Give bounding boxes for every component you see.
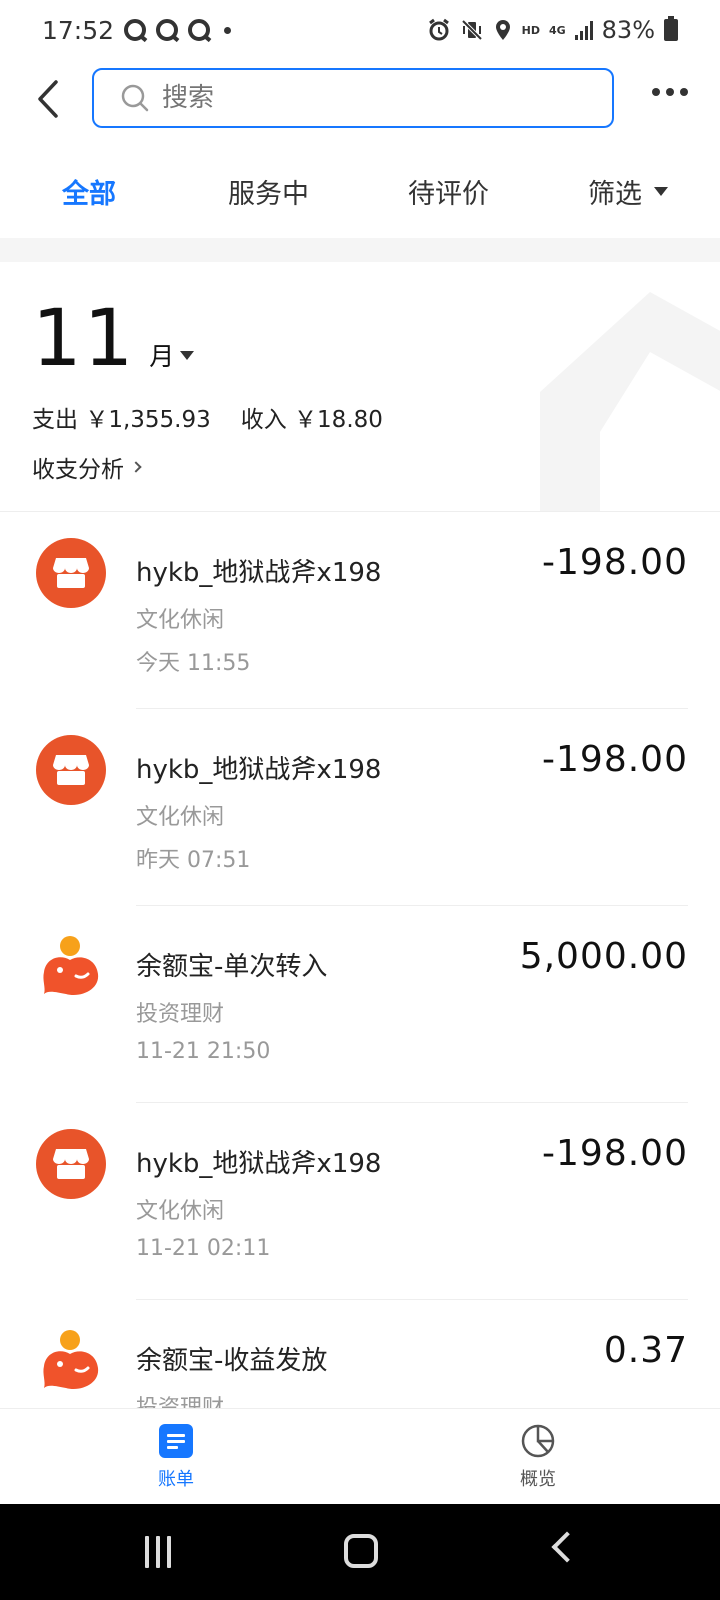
- transaction-title: 余额宝-收益发放: [136, 1346, 328, 1376]
- month-totals: 支出 ￥1,355.93 收入 ￥18.80: [32, 400, 383, 434]
- transaction-category: 文化休闲: [136, 805, 225, 830]
- nav-overview-label: 概览: [520, 1469, 556, 1490]
- month-summary: 11 月 支出 ￥1,355.93 收入 ￥18.80 收支分析: [0, 262, 720, 512]
- location-icon: [495, 20, 510, 40]
- expense-label: 支出: [32, 407, 78, 433]
- section-separator: [0, 238, 720, 262]
- transaction-item[interactable]: 余额宝-单次转入 投资理财 11-21 21:50 5,000.00: [0, 906, 720, 1103]
- status-time: 17:52: [42, 15, 115, 45]
- bottom-navigation: 账单 概览: [0, 1408, 720, 1504]
- transaction-amount: 0.37: [603, 1330, 688, 1371]
- tab-in-service[interactable]: 服务中: [228, 172, 309, 211]
- status-right: HD 4G 83%: [427, 16, 678, 44]
- hd-label: HD: [521, 23, 540, 37]
- search-input[interactable]: [162, 83, 562, 113]
- more-notifications-icon: [224, 26, 232, 34]
- transaction-category: 文化休闲: [136, 1199, 225, 1224]
- tab-all[interactable]: 全部: [62, 172, 116, 211]
- transaction-title: hykb_地狱战斧x198: [136, 558, 382, 588]
- transaction-amount: -198.00: [542, 1133, 688, 1174]
- transaction-amount: -198.00: [542, 739, 688, 780]
- month-unit: 月: [149, 337, 195, 373]
- expense-total: 支出 ￥1,355.93: [32, 400, 211, 434]
- income-label: 收入: [240, 407, 287, 433]
- search-icon: [121, 84, 149, 112]
- network-label: 4G: [548, 23, 566, 37]
- battery-icon: [664, 16, 678, 41]
- battery-percent: 83%: [601, 16, 655, 44]
- shop-icon: [36, 538, 106, 608]
- income-total: 收入 ￥18.80: [241, 400, 383, 434]
- notification-q-icon: [188, 19, 211, 41]
- transaction-amount: -198.00: [542, 542, 688, 583]
- nav-bills-label: 账单: [158, 1469, 194, 1490]
- nav-bills[interactable]: 账单: [158, 1423, 194, 1491]
- transaction-time: 今天 11:55: [136, 651, 251, 676]
- status-bar: 17:52 HD 4G 83%: [0, 0, 720, 60]
- transaction-time: 昨天 07:51: [136, 848, 251, 873]
- pie-chart-icon: [521, 1424, 555, 1458]
- search-box[interactable]: [92, 68, 614, 128]
- filter-tabs: 全部 服务中 待评价 筛选: [0, 158, 720, 234]
- shop-icon: [36, 1129, 106, 1199]
- transaction-item[interactable]: hykb_地狱战斧x198 文化休闲 11-21 02:11 -198.00: [0, 1103, 720, 1300]
- vibrate-mute-icon: [461, 19, 483, 41]
- transaction-amount: 5,000.00: [519, 936, 688, 977]
- decorative-hexagon-icon: [540, 292, 720, 511]
- alarm-icon: [428, 18, 449, 41]
- income-expense-analysis-link[interactable]: 收支分析: [32, 450, 142, 484]
- nav-overview[interactable]: 概览: [520, 1423, 556, 1491]
- transaction-time: 11-21 02:11: [136, 1236, 271, 1261]
- notification-q-icon: [124, 19, 147, 41]
- month-dropdown-icon: [180, 350, 195, 360]
- yuebao-icon: [43, 1330, 99, 1390]
- home-icon[interactable]: [344, 1534, 378, 1568]
- transaction-title: hykb_地狱战斧x198: [136, 1149, 382, 1179]
- status-left: 17:52: [42, 15, 232, 45]
- dropdown-triangle-icon: [654, 187, 668, 196]
- transaction-category: 投资理财: [136, 1390, 224, 1408]
- transaction-title: 余额宝-单次转入: [136, 952, 328, 982]
- system-navigation-bar: [0, 1504, 720, 1600]
- month-unit-label: 月: [149, 342, 175, 371]
- header: [0, 60, 720, 140]
- expense-value: ￥1,355.93: [85, 407, 211, 433]
- signal-icon: [574, 20, 593, 40]
- month-number: 11: [32, 294, 136, 384]
- system-back-icon[interactable]: [551, 1531, 583, 1563]
- tab-filter-label: 筛选: [588, 179, 642, 210]
- bills-icon: [159, 1424, 193, 1458]
- transaction-category: 投资理财: [136, 1002, 225, 1027]
- transaction-time: 11-21 21:50: [136, 1039, 271, 1064]
- more-options-icon[interactable]: [652, 88, 688, 96]
- transaction-list[interactable]: hykb_地狱战斧x198 文化休闲 今天 11:55 -198.00 hykb…: [0, 512, 720, 1408]
- shop-icon: [36, 735, 106, 805]
- tab-pending-review[interactable]: 待评价: [408, 172, 489, 211]
- back-arrow-icon[interactable]: [30, 74, 70, 124]
- notification-q-icon: [156, 19, 179, 41]
- yuebao-icon: [43, 936, 99, 996]
- chevron-right-icon: [130, 461, 142, 473]
- transaction-title: hykb_地狱战斧x198: [136, 755, 382, 785]
- transaction-category: 文化休闲: [136, 608, 225, 633]
- recent-apps-icon[interactable]: [145, 1536, 171, 1568]
- transaction-item[interactable]: 余额宝-收益发放 投资理财 0.37: [0, 1300, 720, 1408]
- income-value: ￥18.80: [294, 407, 383, 433]
- transaction-item[interactable]: hykb_地狱战斧x198 文化休闲 昨天 07:51 -198.00: [0, 709, 720, 906]
- transaction-item[interactable]: hykb_地狱战斧x198 文化休闲 今天 11:55 -198.00: [0, 512, 720, 709]
- month-selector[interactable]: 11 月: [32, 294, 195, 384]
- analysis-label: 收支分析: [32, 457, 124, 483]
- tab-filter[interactable]: 筛选: [588, 172, 668, 211]
